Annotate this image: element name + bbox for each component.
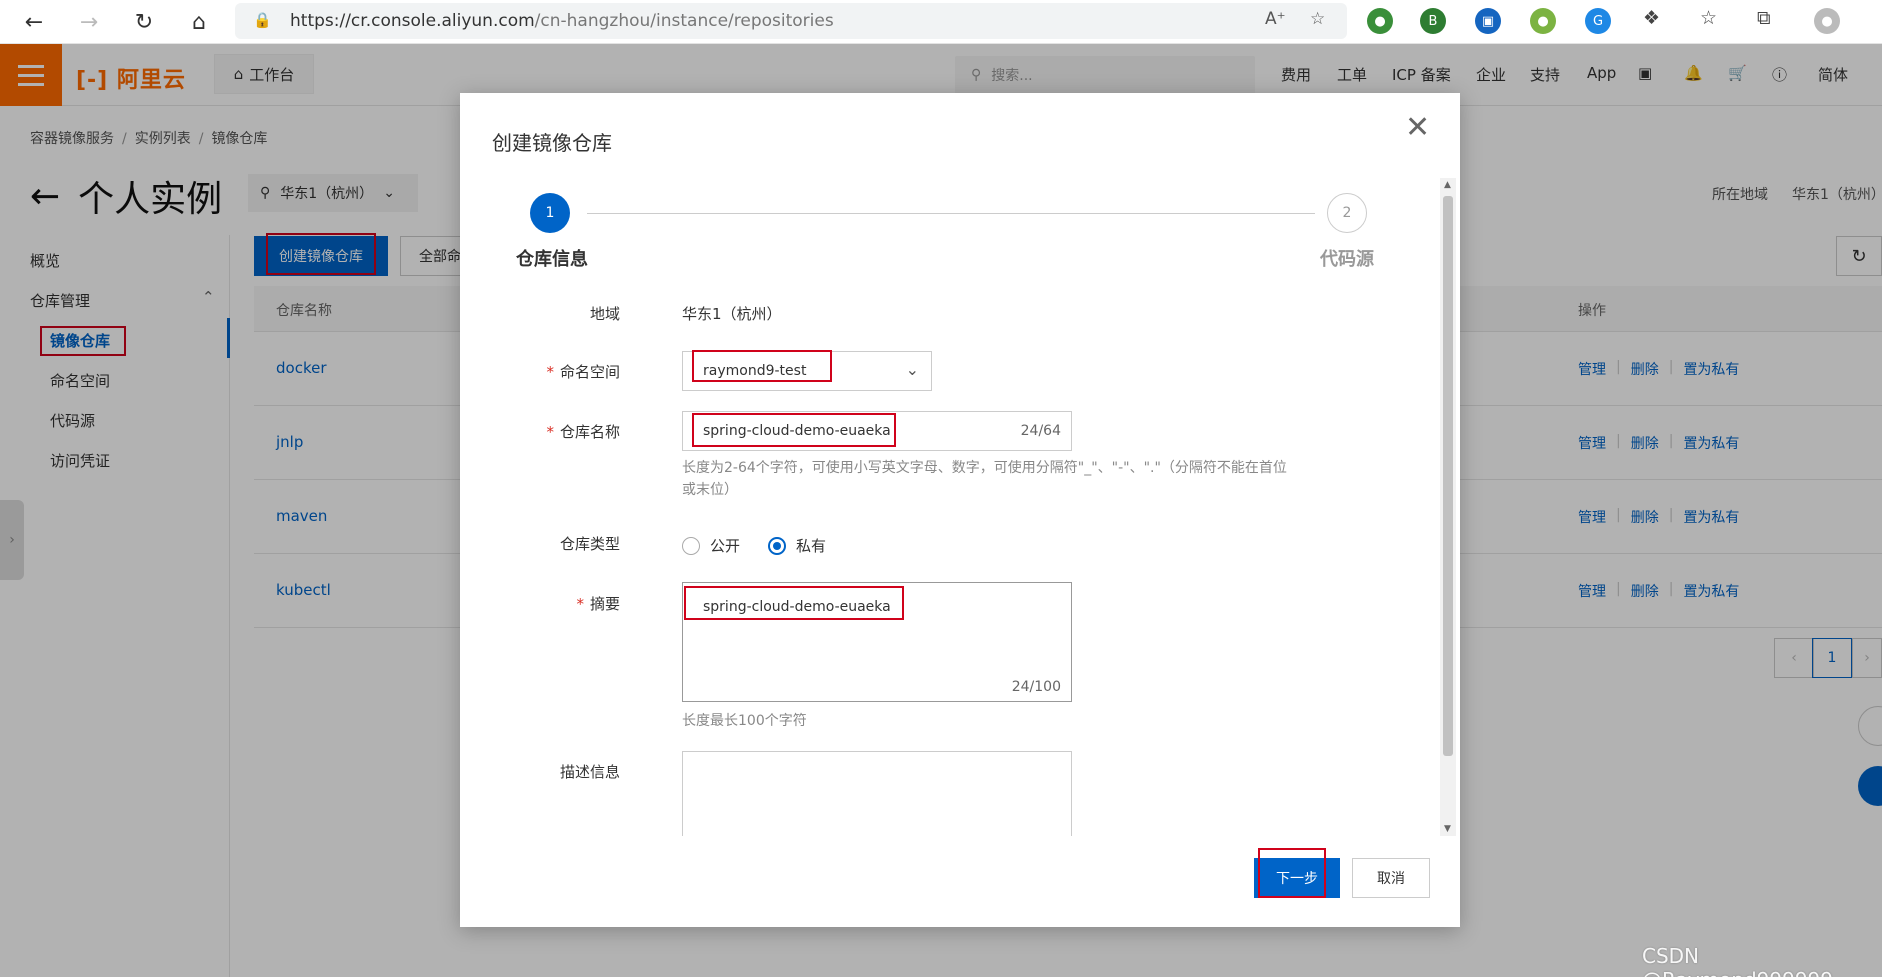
repo-name-input[interactable]: spring-cloud-demo-euaeka 24/64 bbox=[682, 411, 1072, 451]
summary-textarea[interactable]: spring-cloud-demo-euaeka 24/100 bbox=[682, 582, 1072, 702]
region-value: 华东1（杭州） bbox=[682, 305, 782, 323]
description-textarea[interactable] bbox=[682, 751, 1072, 836]
extensions-icon[interactable]: ❖ bbox=[1643, 7, 1660, 29]
cancel-button[interactable]: 取消 bbox=[1352, 858, 1430, 898]
repo-name-label: * 仓库名称 bbox=[546, 423, 620, 441]
watermark: CSDN @Raymond999999 bbox=[1642, 944, 1833, 977]
step-connector bbox=[587, 213, 1315, 214]
extension-b-icon[interactable]: B bbox=[1420, 8, 1446, 34]
summary-label: * 摘要 bbox=[576, 595, 620, 613]
extension-box-icon[interactable]: ▣ bbox=[1475, 8, 1501, 34]
repo-type-label: 仓库类型 bbox=[559, 535, 620, 553]
scroll-thumb[interactable] bbox=[1443, 196, 1453, 756]
favorite-add-icon[interactable]: ☆ bbox=[1310, 9, 1325, 29]
favorites-icon[interactable]: ☆ bbox=[1700, 7, 1717, 29]
translate-icon[interactable]: G bbox=[1585, 8, 1611, 34]
step-1-label: 仓库信息 bbox=[516, 249, 588, 270]
address-bar[interactable]: 🔒 https://cr.console.aliyun.com/cn-hangz… bbox=[235, 3, 1347, 39]
profile-avatar-icon[interactable]: ● bbox=[1814, 8, 1840, 34]
repo-name-help: 长度为2-64个字符，可使用小写英文字母、数字，可使用分隔符"_"、"-"、".… bbox=[682, 460, 1287, 498]
collections-icon[interactable]: ⧉ bbox=[1757, 7, 1771, 29]
next-button[interactable]: 下一步 bbox=[1254, 858, 1340, 898]
summary-counter: 24/100 bbox=[1011, 679, 1061, 695]
namespace-select[interactable]: raymond9-test ⌄ bbox=[682, 351, 932, 391]
repo-name-counter: 24/64 bbox=[1020, 423, 1061, 439]
chevron-down-icon: ⌄ bbox=[905, 360, 919, 379]
url-text[interactable]: https://cr.console.aliyun.com/cn-hangzho… bbox=[290, 11, 834, 31]
namespace-label: * 命名空间 bbox=[546, 363, 620, 381]
close-icon[interactable]: ✕ bbox=[1405, 113, 1430, 143]
scroll-up-icon[interactable]: ▲ bbox=[1444, 180, 1451, 190]
extension-globe-icon[interactable]: ● bbox=[1367, 8, 1393, 34]
reload-icon[interactable]: ↻ bbox=[128, 6, 160, 38]
extension-badge-icon[interactable]: ● bbox=[1530, 8, 1556, 34]
step-1-circle: 1 bbox=[530, 193, 570, 233]
browser-toolbar: ← → ↻ ⌂ 🔒 https://cr.console.aliyun.com/… bbox=[0, 0, 1882, 44]
dialog-scrollbar[interactable]: ▲ ▼ bbox=[1440, 178, 1456, 836]
dialog-title: 创建镜像仓库 bbox=[492, 131, 612, 155]
region-label: 地域 bbox=[589, 305, 620, 323]
create-repo-dialog: 创建镜像仓库 ✕ 1 2 仓库信息 代码源 地域 华东1（杭州） * 命名空间 r… bbox=[460, 93, 1460, 927]
forward-icon[interactable]: → bbox=[73, 6, 105, 38]
radio-public[interactable]: 公开 bbox=[682, 535, 740, 556]
description-label: 描述信息 bbox=[559, 763, 620, 781]
step-2-circle: 2 bbox=[1327, 193, 1367, 233]
read-aloud-icon[interactable]: A⁺ bbox=[1265, 9, 1286, 29]
lock-icon: 🔒 bbox=[253, 11, 272, 29]
radio-private[interactable]: 私有 bbox=[768, 535, 826, 556]
home-icon[interactable]: ⌂ bbox=[183, 6, 215, 38]
step-2-label: 代码源 bbox=[1320, 249, 1374, 270]
back-icon[interactable]: ← bbox=[18, 6, 50, 38]
summary-help: 长度最长100个字符 bbox=[682, 713, 807, 729]
scroll-down-icon[interactable]: ▼ bbox=[1444, 824, 1451, 834]
